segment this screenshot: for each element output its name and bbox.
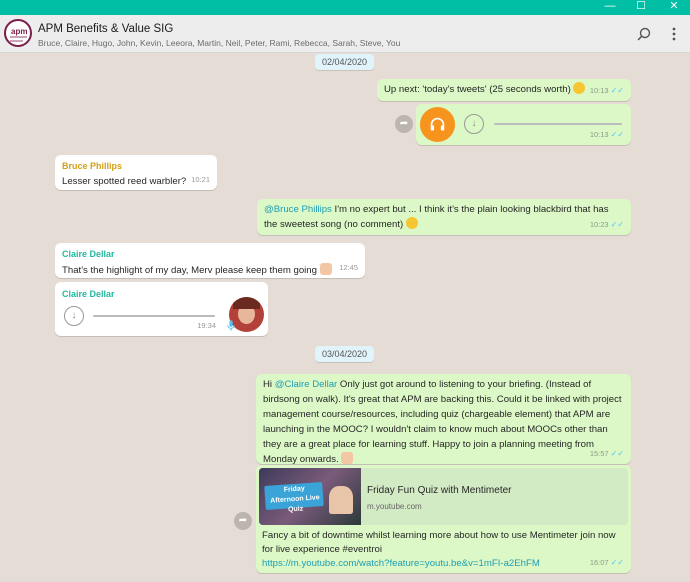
grin-emoji-icon — [573, 82, 586, 94]
logo-line — [10, 36, 27, 38]
window-titlebar: — ☐ ✕ — [0, 0, 690, 15]
thumbnail-text: Friday Afternoon Live Quiz — [270, 485, 320, 514]
video-thumbnail[interactable]: Friday Afternoon Live Quiz — [259, 468, 361, 525]
message-body: That's the highlight of my day, Merv ple… — [62, 263, 358, 277]
audio-avatar — [420, 107, 455, 142]
read-ticks-icon: ✓✓ — [610, 130, 624, 139]
message-incoming[interactable]: Bruce Phillips Lesser spotted reed warbl… — [55, 155, 217, 190]
mention-link[interactable]: @Bruce Phillips — [264, 204, 332, 215]
message-time: 10:13 — [589, 130, 609, 139]
forward-icon[interactable]: ➦ — [395, 115, 413, 133]
mention-link[interactable]: @Claire Dellar — [275, 379, 338, 390]
date-divider: 02/04/2020 — [315, 54, 375, 70]
message-time: 16:07 — [589, 558, 609, 567]
read-ticks-icon: ✓✓ — [610, 86, 624, 95]
chat-header[interactable]: apm APM Benefits & Value SIG Bruce, Clai… — [0, 15, 690, 53]
message-meta: 16:07 ✓✓ — [590, 555, 624, 570]
more-vert-icon[interactable] — [666, 26, 682, 42]
message-text: Fancy a bit of downtime whilst learning … — [262, 530, 616, 555]
message-time: 19:34 — [197, 321, 216, 330]
thumbnail-person — [329, 486, 353, 514]
sender-name[interactable]: Claire Dellar — [62, 247, 358, 262]
chat-title[interactable]: APM Benefits & Value SIG — [38, 23, 173, 35]
logo-line — [10, 40, 23, 42]
chat-area[interactable]: 02/04/2020 Up next: 'today's tweets' (25… — [0, 54, 690, 582]
forward-icon[interactable]: ➦ — [234, 512, 252, 530]
person-emoji-icon — [319, 263, 332, 275]
group-avatar[interactable]: apm — [4, 19, 32, 47]
chat-members: Bruce, Claire, Hugo, John, Kevin, Leeora… — [38, 38, 401, 48]
headphones-icon — [430, 117, 445, 131]
read-ticks-icon: ✓✓ — [610, 220, 624, 229]
message-time: 10:23 — [589, 220, 609, 229]
audio-waveform[interactable] — [93, 315, 215, 317]
message-meta: 10:13 ✓✓ — [590, 127, 624, 142]
message-outgoing[interactable]: @Bruce Phillips I'm no expert but ... I … — [257, 199, 631, 235]
minimize-button[interactable]: — — [596, 0, 624, 15]
message-url[interactable]: https://m.youtube.com/watch?feature=yout… — [262, 557, 540, 571]
message-outgoing[interactable]: Up next: 'today's tweets' (25 seconds wo… — [377, 79, 631, 101]
search-icon[interactable] — [636, 26, 652, 42]
sender-name[interactable]: Bruce Phillips — [62, 159, 210, 174]
apm-logo: apm — [11, 27, 28, 36]
message-text: Lesser spotted reed warbler? — [62, 176, 187, 187]
message-time: 10:13 — [589, 86, 609, 95]
message-prefix: Hi — [263, 379, 275, 390]
download-icon[interactable]: ↓ — [64, 306, 84, 326]
link-preview[interactable]: Friday Afternoon Live Quiz Friday Fun Qu… — [259, 468, 628, 525]
sender-name[interactable]: Claire Dellar — [62, 287, 261, 302]
message-meta: 10:23 ✓✓ — [590, 217, 624, 232]
download-icon[interactable]: ↓ — [464, 114, 484, 134]
link-message-outgoing[interactable]: Friday Afternoon Live Quiz Friday Fun Qu… — [256, 465, 631, 573]
avatar-hair — [233, 297, 260, 309]
message-meta: 15:57 ✓✓ — [590, 446, 624, 461]
message-text: Only just got around to listening to you… — [263, 379, 622, 465]
microphone-icon — [227, 320, 235, 331]
read-ticks-icon: ✓✓ — [610, 449, 624, 458]
wink-emoji-icon — [405, 217, 418, 229]
message-time: 10:21 — [191, 175, 210, 184]
link-title[interactable]: Friday Fun Quiz with Mentimeter — [367, 483, 512, 498]
message-meta: 10:13 ✓✓ — [590, 83, 624, 98]
voice-message-incoming[interactable]: Claire Dellar ↓ 19:34 — [55, 282, 268, 336]
praying-hands-emoji-icon — [341, 452, 354, 464]
message-incoming[interactable]: Claire Dellar That's the highlight of my… — [55, 243, 365, 278]
date-divider: 03/04/2020 — [315, 346, 375, 362]
message-time: 15:57 — [589, 449, 609, 458]
voice-message-outgoing[interactable]: ↓ 10:13 ✓✓ — [416, 104, 631, 145]
message-text: That's the highlight of my day, Merv ple… — [62, 265, 317, 276]
read-ticks-icon: ✓✓ — [610, 558, 624, 567]
message-time: 12:45 — [339, 263, 358, 272]
close-button[interactable]: ✕ — [660, 0, 688, 15]
maximize-button[interactable]: ☐ — [627, 0, 655, 15]
audio-waveform[interactable] — [494, 123, 622, 125]
link-domain: m.youtube.com — [367, 502, 422, 511]
message-outgoing[interactable]: Hi @Claire Dellar Only just got around t… — [256, 374, 631, 465]
message-text: Up next: 'today's tweets' (25 seconds wo… — [384, 84, 571, 95]
